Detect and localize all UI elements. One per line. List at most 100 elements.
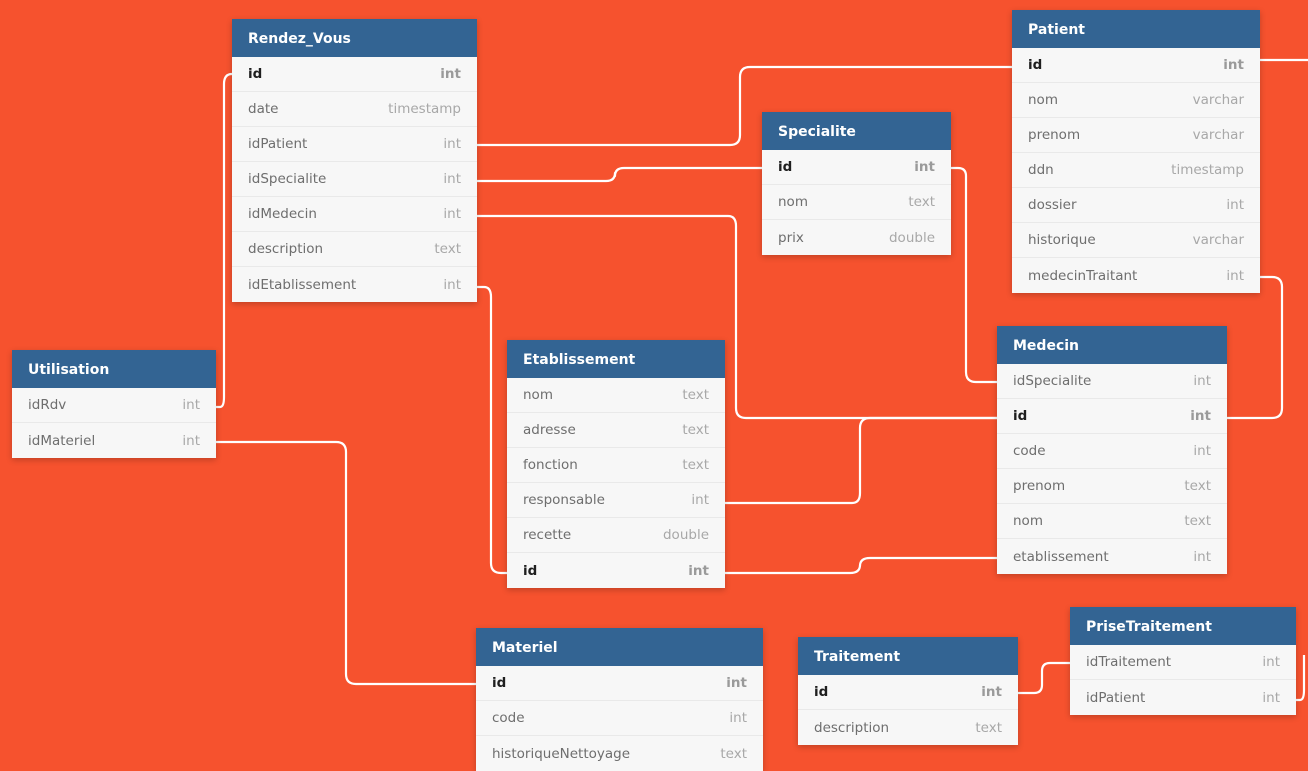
field-row[interactable]: idSpecialite int [232,162,477,197]
field-name: idEtablissement [248,276,357,293]
table-specialite[interactable]: Specialite id int nom text prix double [762,112,951,255]
field-name: prix [778,229,804,246]
field-row[interactable]: prix double [762,220,951,255]
field-type: double [662,527,709,543]
table-etablissement[interactable]: Etablissement nom text adresse text fonction t… [507,340,725,588]
field-row[interactable]: responsable int [507,483,725,518]
field-row[interactable]: recette double [507,518,725,553]
field-name: responsable [523,492,605,508]
field-row[interactable]: historique varchar [1012,223,1260,258]
field-type: int [1193,373,1211,389]
table-header[interactable]: Etablissement [507,340,725,378]
field-name: date [248,101,279,117]
primary-key-row[interactable]: id int [997,399,1227,434]
field-row[interactable]: nom text [997,504,1227,539]
table-utilisation[interactable]: Utilisation idRdv int idMateriel int [12,350,216,458]
table-header[interactable]: PriseTraitement [1070,607,1296,645]
table-header[interactable]: Rendez_Vous [232,19,477,57]
connector-rendezvous-idetablissement-to-etablissement-id [477,285,507,575]
field-row[interactable]: medecinTraitant int [1012,258,1260,293]
field-row[interactable]: idEtablissement int [232,267,477,302]
field-type: int [729,710,747,726]
field-row[interactable]: code int [997,434,1227,469]
field-type: text [975,719,1002,736]
primary-key-row[interactable]: id int [798,675,1018,710]
field-name: id [248,66,263,82]
field-type: double [888,229,935,246]
field-row[interactable]: nom text [762,185,951,220]
field-row[interactable]: prenom varchar [1012,118,1260,153]
field-type: int [1226,197,1244,213]
table-prise-traitement[interactable]: PriseTraitement idTraitement int idPatient i… [1070,607,1296,715]
field-row[interactable]: idPatient int [1070,680,1296,715]
table-patient[interactable]: Patient id int nom varchar prenom varchar ddn ti… [1012,10,1260,293]
field-type: int [688,562,709,579]
connector-patient-medecintraitant-to-medecin-id [1227,275,1284,420]
primary-key-row[interactable]: id int [762,150,951,185]
primary-key-row[interactable]: id int [1012,48,1260,83]
field-name: id [492,675,507,691]
field-name: idSpecialite [248,171,327,187]
primary-key-row[interactable]: id int [507,553,725,588]
field-row[interactable]: idSpecialite int [997,364,1227,399]
field-type: text [908,194,935,210]
primary-key-row[interactable]: id int [476,666,763,701]
field-row[interactable]: idRdv int [12,388,216,423]
field-type: text [682,387,709,403]
field-name: medecinTraitant [1028,267,1138,284]
field-type: text [682,457,709,473]
field-row[interactable]: etablissement int [997,539,1227,574]
field-row[interactable]: description text [798,710,1018,745]
field-type: text [682,422,709,438]
field-row[interactable]: idMateriel int [12,423,216,458]
table-medecin[interactable]: Medecin idSpecialite int id int code int prenom… [997,326,1227,574]
field-row[interactable]: date timestamp [232,92,477,127]
field-type: text [1184,478,1211,494]
field-name: fonction [523,457,578,473]
table-header[interactable]: Patient [1012,10,1260,48]
field-name: id [814,684,829,700]
field-name: idTraitement [1086,654,1172,670]
field-type: int [981,684,1002,700]
table-header[interactable]: Traitement [798,637,1018,675]
field-name: idMedecin [248,206,317,222]
field-row[interactable]: nom text [507,378,725,413]
field-type: int [1190,408,1211,424]
field-row[interactable]: fonction text [507,448,725,483]
field-row[interactable]: description text [232,232,477,267]
table-header[interactable]: Medecin [997,326,1227,364]
field-row[interactable]: dossier int [1012,188,1260,223]
table-traitement[interactable]: Traitement id int description text [798,637,1018,745]
field-row[interactable]: code int [476,701,763,736]
table-header[interactable]: Specialite [762,112,951,150]
field-row[interactable]: idPatient int [232,127,477,162]
field-row[interactable]: idTraitement int [1070,645,1296,680]
field-row[interactable]: ddn timestamp [1012,153,1260,188]
field-name: idRdv [28,397,67,413]
field-row[interactable]: adresse text [507,413,725,448]
field-name: historiqueNettoyage [492,745,631,762]
field-name: id [1028,57,1043,73]
field-name: dossier [1028,197,1077,213]
field-type: int [1226,267,1244,284]
connector-rendezvous-idspecialite-to-specialite-id [477,166,762,183]
field-name: code [1013,443,1046,459]
field-name: idPatient [1086,689,1146,706]
field-row[interactable]: idMedecin int [232,197,477,232]
field-name: description [814,719,890,736]
field-type: timestamp [1171,162,1244,178]
field-name: etablissement [1013,548,1109,565]
field-row[interactable]: historiqueNettoyage text [476,736,763,771]
field-row[interactable]: nom varchar [1012,83,1260,118]
field-name: nom [1013,513,1043,529]
primary-key-row[interactable]: id int [232,57,477,92]
table-header[interactable]: Materiel [476,628,763,666]
field-type: int [1262,689,1280,706]
field-name: id [523,562,538,579]
field-name: nom [778,194,808,210]
table-header[interactable]: Utilisation [12,350,216,388]
table-materiel[interactable]: Materiel id int code int historiqueNettoyage t… [476,628,763,771]
table-rendez-vous[interactable]: Rendez_Vous id int date timestamp idPatient in… [232,19,477,302]
field-row[interactable]: prenom text [997,469,1227,504]
field-name: prenom [1013,478,1066,494]
